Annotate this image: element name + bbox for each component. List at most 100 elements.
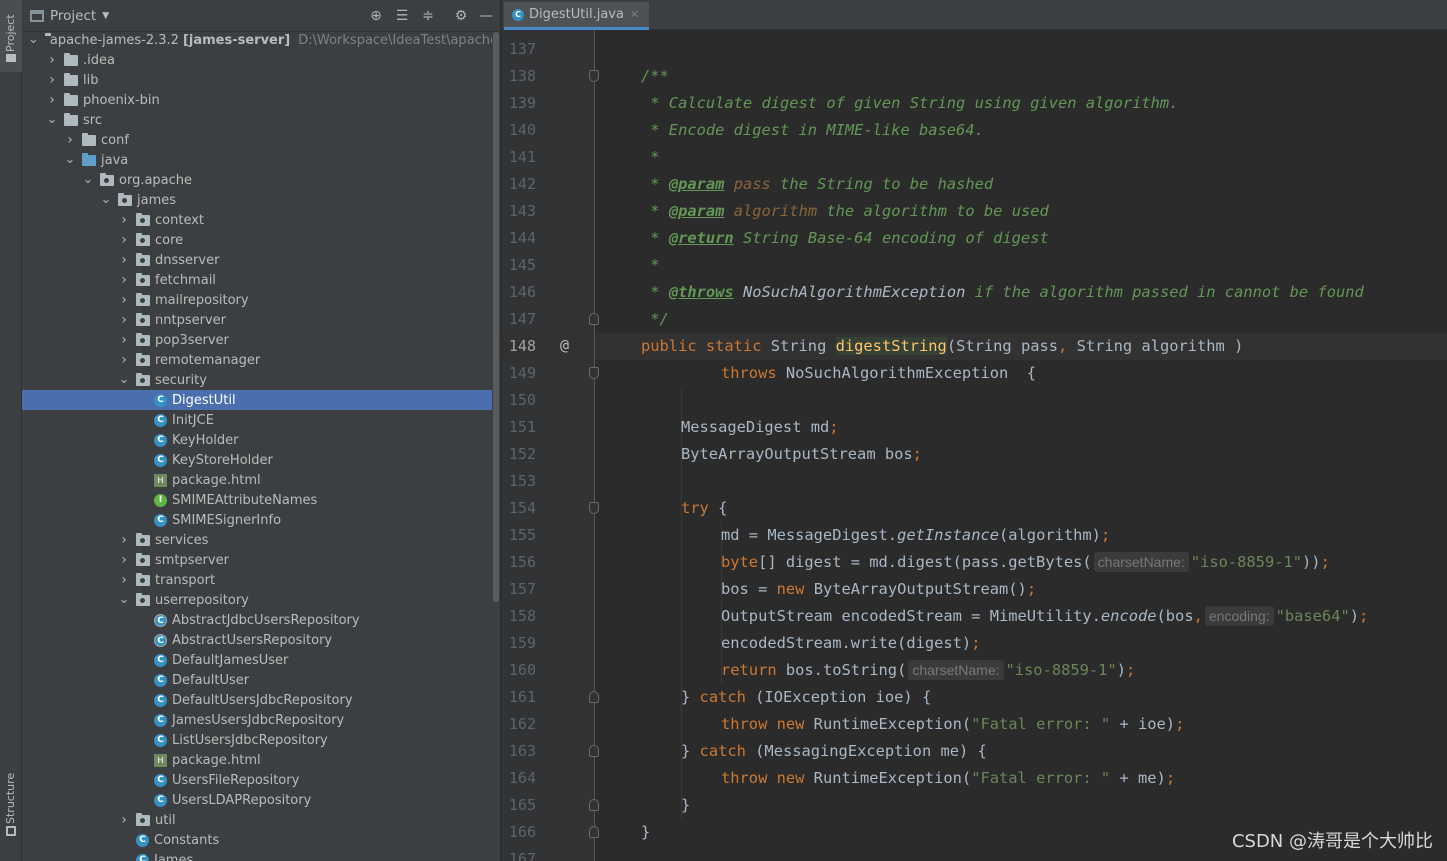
tree-folder-item[interactable]: › transport [22,570,492,590]
fold-marker[interactable] [589,691,599,703]
tree-file-item[interactable]: C UsersFileRepository [22,770,492,790]
tree-folder-item[interactable]: ⌄ james [22,190,492,210]
fold-marker[interactable] [589,502,599,514]
exception-link[interactable]: NoSuchAlgorithmException [743,283,965,301]
tree-folder-item[interactable]: › core [22,230,492,250]
tree-folder-item[interactable]: ⌄ org.apache [22,170,492,190]
fold-marker[interactable] [589,826,599,838]
chevron-right-icon[interactable]: › [118,552,130,568]
tree-file-item[interactable]: C DefaultJamesUser [22,650,492,670]
line-number: 156 [508,553,536,571]
tree-file-item[interactable]: Hpackage.html [22,750,492,770]
gear-icon[interactable]: ⚙ [451,6,471,26]
chevron-right-icon[interactable]: › [46,72,58,88]
tree-file-item[interactable]: C DigestUtil [22,390,492,410]
tree-file-item[interactable]: Hpackage.html [22,470,492,490]
fold-marker[interactable] [589,799,599,811]
tree-folder-item[interactable]: › util [22,810,492,830]
tree-file-item[interactable]: C InitJCE [22,410,492,430]
tree-file-item[interactable]: C DefaultUsersJdbcRepository [22,690,492,710]
tree-scrollbar[interactable] [493,32,499,602]
chevron-right-icon[interactable]: › [118,532,130,548]
chevron-down-icon[interactable]: ⌄ [28,33,39,46]
folder-icon [82,132,96,146]
tree-file-item[interactable]: C JamesUsersJdbcRepository [22,710,492,730]
structure-tool-tab[interactable]: Structure [0,770,22,842]
tree-folder-item[interactable]: › smtpserver [22,550,492,570]
chevron-right-icon[interactable]: › [118,232,130,248]
tree-folder-item[interactable]: › phoenix-bin [22,90,492,110]
tree-folder-item[interactable]: ⌄ java [22,150,492,170]
chevron-right-icon[interactable]: › [46,52,58,68]
tree-folder-item[interactable]: › pop3server [22,330,492,350]
tree-folder-item[interactable]: › fetchmail [22,270,492,290]
fold-marker[interactable] [589,313,599,325]
module-name: [james-server] [182,32,291,48]
tree-file-item[interactable]: C UsersLDAPRepository [22,790,492,810]
tree-file-item[interactable]: I SMIMEAttributeNames [22,490,492,510]
chevron-down-icon[interactable]: ⌄ [46,113,58,126]
code-text: (MessagingException me) { [745,742,987,760]
chevron-down-icon[interactable]: ⌄ [82,173,94,186]
tree-file-item[interactable]: C KeyHolder [22,430,492,450]
tree-folder-item[interactable]: › context [22,210,492,230]
fold-marker[interactable] [589,367,599,379]
collapse-all-icon[interactable]: ≑ [418,6,438,26]
tree-item-label: .idea [83,52,115,68]
keyword: throws [721,364,777,382]
project-view-selector[interactable]: Project [50,8,96,24]
chevron-right-icon[interactable]: › [118,272,130,288]
tree-file-item[interactable]: C SMIMESignerInfo [22,510,492,530]
minimize-icon[interactable]: — [476,6,496,26]
chevron-right-icon[interactable]: › [118,812,130,828]
locate-target-icon[interactable]: ⊕ [366,6,386,26]
tab-digestutil-java[interactable]: C DigestUtil.java ✕ [504,2,650,30]
tree-folder-item[interactable]: ⌄ src [22,110,492,130]
tree-folder-item[interactable]: ⌄ userrepository [22,590,492,610]
chevron-down-icon[interactable]: ⌄ [118,593,130,606]
tree-file-item[interactable]: C Constants [22,830,492,850]
tree-file-item[interactable]: C AbstractJdbcUsersRepository [22,610,492,630]
tree-folder-item[interactable]: › remotemanager [22,350,492,370]
chevron-right-icon[interactable]: › [118,252,130,268]
override-annotation-icon[interactable]: @ [560,336,569,354]
close-icon[interactable]: ✕ [630,8,639,21]
tree-folder-item[interactable]: › nntpserver [22,310,492,330]
chevron-right-icon[interactable]: › [46,92,58,108]
tree-folder-item[interactable]: ⌄ apache-james-2.3.2 [james-server] D:\Work… [22,30,492,50]
tree-folder-item[interactable]: ⌄ security [22,370,492,390]
tree-folder-item[interactable]: › dnsserver [22,250,492,270]
tree-file-item[interactable]: C KeyStoreHolder [22,450,492,470]
code-line-139: * Calculate digest of given String using… [641,90,1178,117]
tree-file-item[interactable]: C ListUsersJdbcRepository [22,730,492,750]
project-tool-tab[interactable]: Project [0,0,22,72]
line-number: 163 [508,742,536,760]
tree-file-item[interactable]: C James [22,850,492,861]
chevron-down-icon[interactable]: ⌄ [118,373,130,386]
chevron-right-icon[interactable]: › [118,292,130,308]
chevron-right-icon[interactable]: › [118,332,130,348]
tab-label: DigestUtil.java [529,7,624,22]
fold-marker[interactable] [589,745,599,757]
tree-folder-item[interactable]: › services [22,530,492,550]
chevron-down-icon[interactable]: ▼ [102,11,109,21]
tree-file-item[interactable]: C DefaultUser [22,670,492,690]
chevron-right-icon[interactable]: › [118,212,130,228]
package-icon [136,532,150,546]
chevron-down-icon[interactable]: ⌄ [100,193,112,206]
punctuation: ; [1026,580,1037,598]
chevron-right-icon[interactable]: › [118,352,130,368]
tree-folder-item[interactable]: › .idea [22,50,492,70]
tree-folder-item[interactable]: › conf [22,130,492,150]
string-literal: "iso-8859-1" [1190,553,1303,571]
expand-all-icon[interactable]: ☰ [392,6,412,26]
tree-folder-item[interactable]: › mailrepository [22,290,492,310]
chevron-right-icon[interactable]: › [118,572,130,588]
tree-file-item[interactable]: C AbstractUsersRepository [22,630,492,650]
source-folder-icon [82,152,96,166]
chevron-down-icon[interactable]: ⌄ [64,153,76,166]
tree-folder-item[interactable]: › lib [22,70,492,90]
chevron-right-icon[interactable]: › [64,132,76,148]
chevron-right-icon[interactable]: › [118,312,130,328]
fold-marker[interactable] [589,70,599,82]
